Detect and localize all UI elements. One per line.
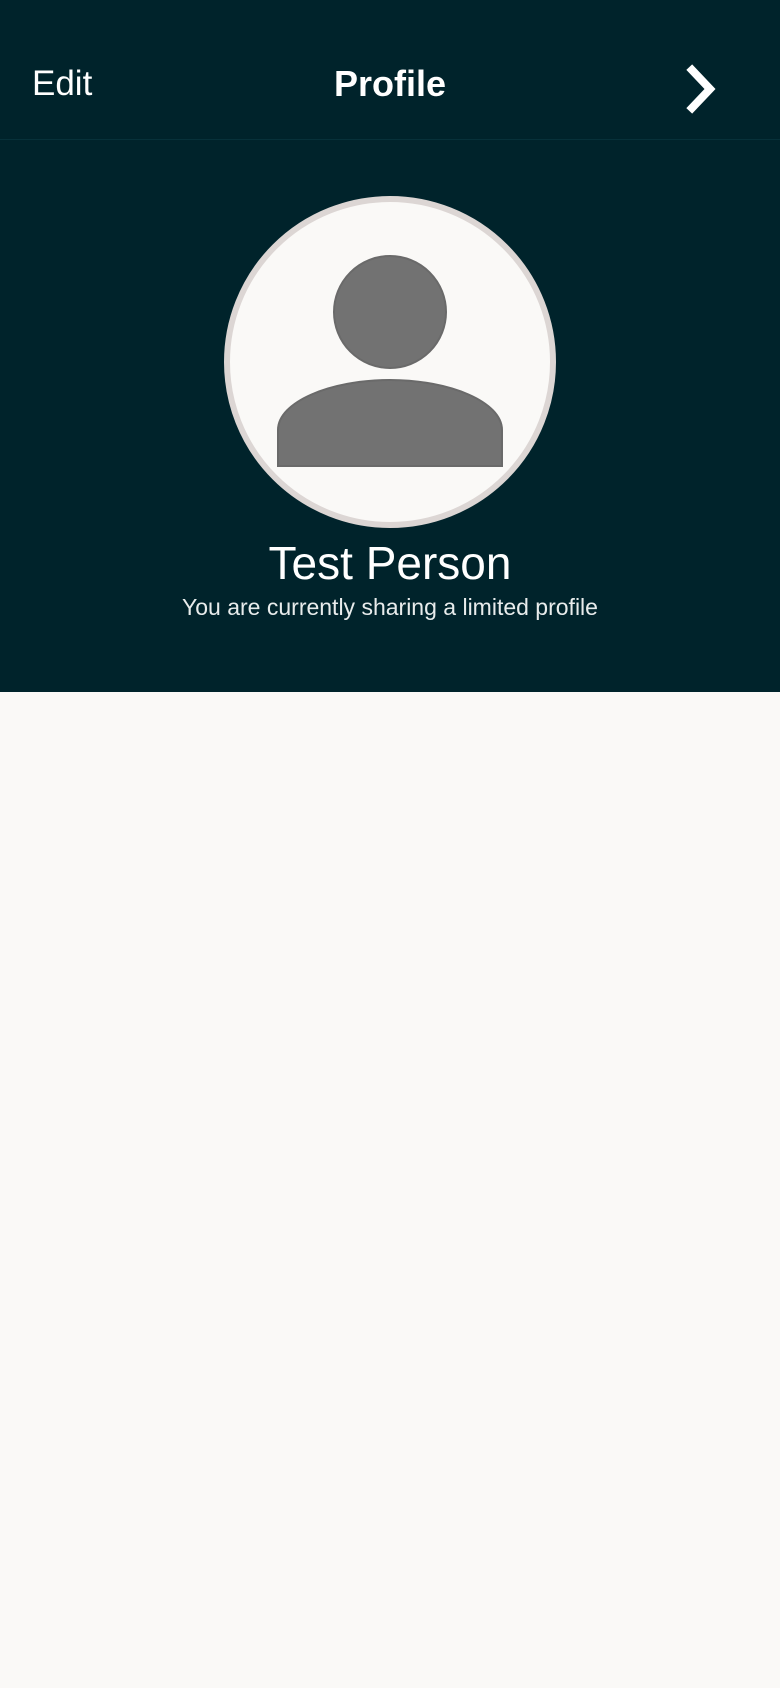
profile-name: Test Person — [268, 537, 512, 589]
profile-header: Edit Profile Test Person You are current… — [0, 0, 780, 692]
chevron-right-icon[interactable] — [680, 64, 726, 114]
sharing-status-text: You are currently sharing a limited prof… — [182, 594, 598, 620]
page-title: Profile — [333, 63, 447, 104]
profile-screen: Edit Profile Test Person You are current… — [0, 0, 780, 1688]
navigation-bar: Edit Profile — [0, 0, 780, 140]
person-placeholder-icon — [277, 255, 503, 467]
avatar[interactable] — [224, 196, 556, 528]
